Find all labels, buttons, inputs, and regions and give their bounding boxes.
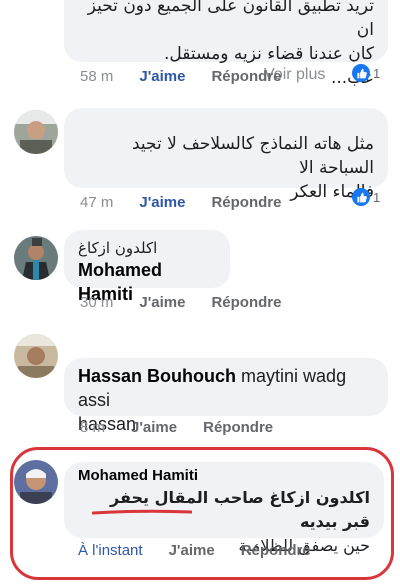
reply-button[interactable]: Répondre	[211, 194, 281, 211]
reaction-number: 1	[373, 65, 381, 81]
author-name[interactable]: Hassan Bouhouch	[78, 366, 236, 386]
comment-bubble[interactable]: مثل هاته النماذج كالسلاحف لا تجيد السباح…	[64, 108, 388, 202]
reply-button[interactable]: Répondre	[211, 68, 281, 85]
like-button[interactable]: J'aime	[131, 419, 177, 436]
comment-text-line: مثل هاته النماذج كالسلاحف لا تجيد السباح…	[131, 134, 374, 178]
comment-text-line: اكلدون ازكاغ صاحب المقال يحفر قبر بيديه	[110, 488, 370, 531]
author-arabic-name[interactable]: اكلدون ازكاغ	[78, 238, 216, 258]
avatar[interactable]	[14, 334, 58, 378]
like-button[interactable]: J'aime	[169, 542, 215, 559]
comment-actions: À l'instant J'aime Répondre	[78, 542, 311, 559]
like-reaction-icon	[352, 188, 370, 206]
comment-bubble[interactable]: Mohamed Hamiti اكلدون ازكاغ صاحب المقال …	[64, 462, 384, 555]
like-button[interactable]: J'aime	[139, 68, 185, 85]
reply-button[interactable]: Répondre	[241, 542, 311, 559]
reply-button[interactable]: Répondre	[203, 419, 273, 436]
timestamp[interactable]: 30 m	[80, 294, 113, 311]
timestamp[interactable]: 58 m	[80, 68, 113, 85]
comment-text-line: كان عندنا قضاء نزيه ومستقل.	[164, 44, 374, 64]
like-button[interactable]: J'aime	[139, 294, 185, 311]
timestamp[interactable]: 8 m	[80, 419, 105, 436]
timestamp[interactable]: À l'instant	[78, 542, 143, 559]
comment-bubble[interactable]: Hassan Bouhouch maytini wadg assi hassan	[64, 358, 388, 434]
comment-bubble[interactable]: اكلدون ازكاغ Mohamed Hamiti	[64, 230, 230, 304]
reaction-number: 1	[373, 189, 381, 205]
reaction-count[interactable]: 1	[352, 188, 380, 206]
avatar[interactable]	[14, 236, 58, 280]
avatar[interactable]	[14, 460, 58, 504]
like-reaction-icon	[352, 64, 370, 82]
comment-actions: 8 m J'aime Répondre	[80, 419, 273, 436]
author-name[interactable]: Mohamed Hamiti	[78, 466, 370, 486]
reaction-count[interactable]: 1	[352, 64, 380, 82]
comment-actions: 58 m J'aime Répondre	[80, 68, 281, 85]
comment-bubble[interactable]: تريد تطبيق القانون على الجميع دون تحيز ا…	[64, 0, 388, 88]
comment-actions: 47 m J'aime Répondre	[80, 194, 281, 211]
comment-text-line: تريد تطبيق القانون على الجميع دون تحيز ا…	[87, 0, 374, 40]
comment-actions: 30 m J'aime Répondre	[80, 294, 281, 311]
avatar[interactable]	[14, 110, 58, 154]
like-button[interactable]: J'aime	[139, 194, 185, 211]
comment-body: Hassan Bouhouch maytini wadg assi	[78, 364, 374, 412]
timestamp[interactable]: 47 m	[80, 194, 113, 211]
reply-button[interactable]: Répondre	[211, 294, 281, 311]
